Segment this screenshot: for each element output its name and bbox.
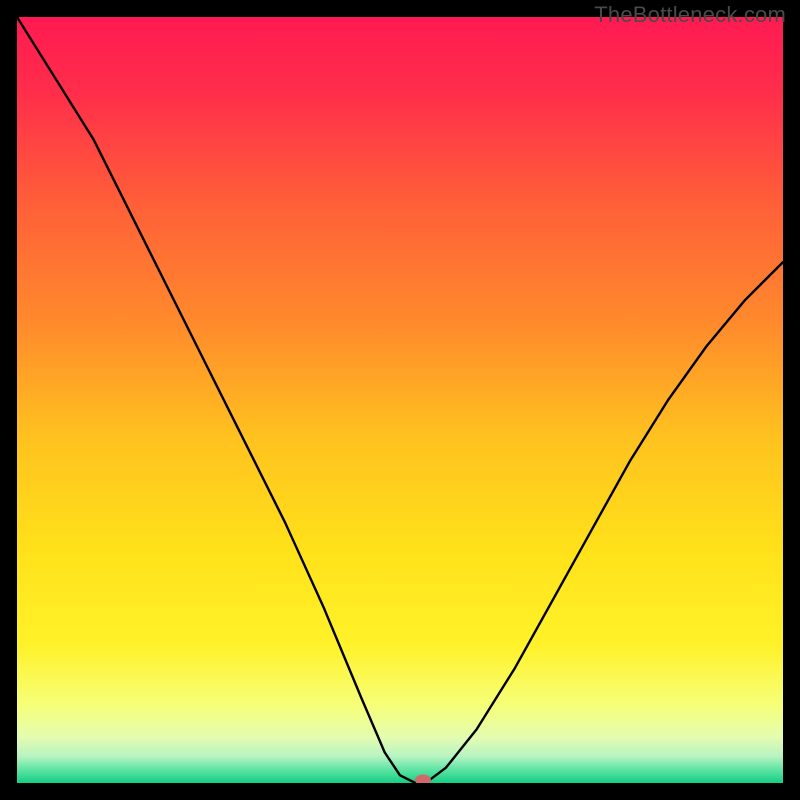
plot-area [17,17,783,783]
chart-frame: TheBottleneck.com [0,0,800,800]
bottleneck-chart [17,17,783,783]
watermark-text: TheBottleneck.com [594,2,786,28]
